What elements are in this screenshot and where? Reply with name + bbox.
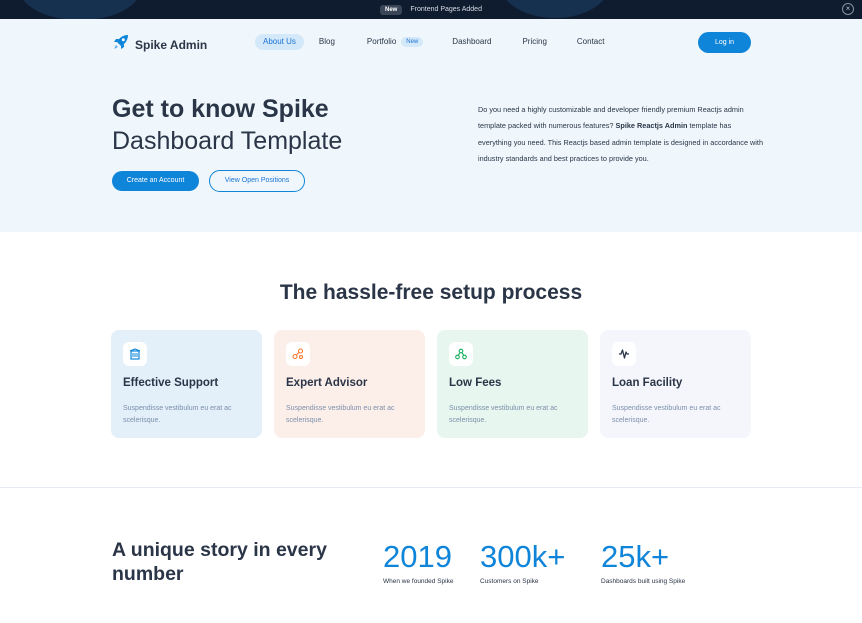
announcement-link[interactable]: Frontend Pages Added xyxy=(410,6,482,13)
close-icon[interactable]: × xyxy=(842,3,854,15)
announcement-badge: New xyxy=(380,4,403,15)
nodes-icon xyxy=(449,342,473,366)
view-open-positions-button[interactable]: View Open Positions xyxy=(209,170,305,192)
card-description: Suspendisse vestibulum eu erat ac sceler… xyxy=(123,405,232,424)
feature-card-loan-facility: Loan Facility Suspendisse vestibulum eu … xyxy=(600,330,751,438)
activity-icon xyxy=(612,342,636,366)
nav-item-about-us[interactable]: About Us xyxy=(255,34,304,50)
nav-item-label: Dashboard xyxy=(452,37,492,46)
stat-value: 300k+ xyxy=(480,539,566,574)
card-title: Low Fees xyxy=(449,377,502,389)
nav-item-label: Portfolio xyxy=(366,37,397,46)
nav-item-contact[interactable]: Contact xyxy=(569,34,613,50)
stat-label: Dashboards built using Spike xyxy=(601,578,686,585)
stat-label: When we founded Spike xyxy=(383,578,454,585)
nav-item-label: About Us xyxy=(263,37,296,46)
stat-dashboards: 25k+ Dashboards built using Spike xyxy=(601,538,685,585)
setup-section-title: The hassle-free setup process xyxy=(279,281,583,304)
card-title: Loan Facility xyxy=(612,377,683,389)
rocket-icon xyxy=(112,33,130,56)
nav-item-dashboard[interactable]: Dashboard xyxy=(444,34,499,50)
nav-item-label: Pricing xyxy=(522,37,547,46)
stat-label: Customers on Spike xyxy=(480,578,539,585)
hero-description-highlight: Spike Reactjs Admin xyxy=(615,121,688,131)
stat-value: 2019 xyxy=(383,539,452,574)
card-title: Expert Advisor xyxy=(286,377,368,389)
stat-value: 25k+ xyxy=(601,539,670,574)
main-nav: About Us Blog Portfolio New Dashboard Pr… xyxy=(255,34,612,50)
hero-description: Do you need a highly customizable and de… xyxy=(478,102,763,167)
stat-founded: 2019 When we founded Spike xyxy=(383,538,453,585)
card-description: Suspendisse vestibulum eu erat ac sceler… xyxy=(286,405,395,424)
nav-item-label: Contact xyxy=(576,37,605,46)
nav-new-badge: New xyxy=(401,37,424,47)
card-description: Suspendisse vestibulum eu erat ac sceler… xyxy=(449,405,558,424)
stat-customers: 300k+ Customers on Spike xyxy=(480,538,565,585)
nav-item-portfolio[interactable]: Portfolio New xyxy=(359,34,431,50)
hero-subtitle: Dashboard Template xyxy=(112,127,343,155)
create-account-button[interactable]: Create an Account xyxy=(112,171,199,191)
nav-item-label: Blog xyxy=(318,37,335,46)
card-title: Effective Support xyxy=(123,377,219,389)
nav-item-blog[interactable]: Blog xyxy=(311,34,343,50)
brand-logo[interactable]: Spike Admin xyxy=(112,33,207,56)
story-section-title: A unique story in every number xyxy=(112,539,327,585)
feature-card-expert-advisor: Expert Advisor Suspendisse vestibulum eu… xyxy=(274,330,425,438)
brand-name: Spike Admin xyxy=(135,37,208,52)
login-button[interactable]: Log in xyxy=(698,32,751,53)
card-description: Suspendisse vestibulum eu erat ac sceler… xyxy=(612,405,721,424)
share-icon xyxy=(286,342,310,366)
feature-card-effective-support: Effective Support Suspendisse vestibulum… xyxy=(111,330,262,438)
feature-card-low-fees: Low Fees Suspendisse vestibulum eu erat … xyxy=(437,330,588,438)
building-icon xyxy=(123,342,147,366)
section-divider xyxy=(0,487,862,488)
nav-item-pricing[interactable]: Pricing xyxy=(514,34,554,50)
announcement-bar: New Frontend Pages Added × xyxy=(0,0,862,19)
hero-title: Get to know Spike xyxy=(112,95,329,123)
